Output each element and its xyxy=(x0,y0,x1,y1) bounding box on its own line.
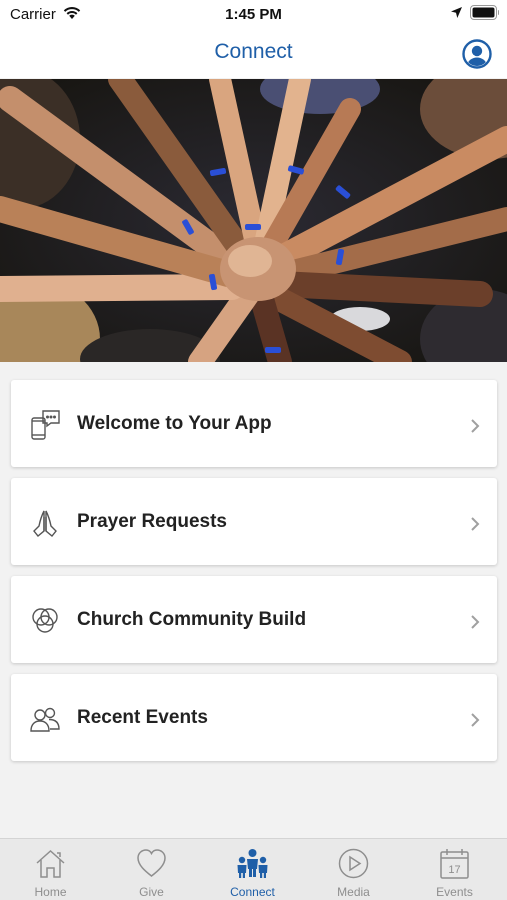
calendar-icon: 17 xyxy=(440,849,469,879)
menu-item-label: Welcome to Your App xyxy=(77,413,272,434)
tab-label: Events xyxy=(436,885,473,899)
overlapping-circles-icon xyxy=(32,608,58,633)
play-icon xyxy=(338,848,369,879)
page-title: Connect xyxy=(214,40,293,63)
menu-item-label: Church Community Build xyxy=(77,609,307,630)
menu-item-church-community-build[interactable]: Church Community Build xyxy=(11,576,497,663)
tab-home[interactable]: Home xyxy=(0,839,101,900)
tab-label: Give xyxy=(139,885,164,899)
status-bar: Carrier 1:45 PM xyxy=(0,0,507,30)
chevron-right-icon xyxy=(471,713,480,727)
hands-together-photo xyxy=(0,79,507,362)
tab-label: Media xyxy=(337,885,370,899)
tab-media[interactable]: Media xyxy=(303,839,404,900)
status-time: 1:45 PM xyxy=(225,6,282,23)
menu-item-label: Prayer Requests xyxy=(77,511,227,532)
menu-item-welcome[interactable]: Welcome to Your App xyxy=(11,380,497,467)
heart-icon xyxy=(137,849,166,877)
group-icon xyxy=(237,849,268,878)
menu-item-prayer-requests[interactable]: Prayer Requests xyxy=(11,478,497,565)
profile-icon[interactable] xyxy=(462,39,492,69)
praying-hands-icon xyxy=(33,510,57,537)
hero-image xyxy=(0,79,507,362)
chevron-right-icon xyxy=(471,419,480,433)
people-icon xyxy=(30,707,60,732)
tab-connect[interactable]: Connect xyxy=(202,839,303,900)
tab-give[interactable]: Give xyxy=(101,839,202,900)
phone-chat-icon xyxy=(31,410,60,440)
tab-label: Connect xyxy=(230,885,275,899)
battery-icon xyxy=(470,5,499,20)
calendar-day: 17 xyxy=(448,864,460,876)
menu-item-recent-events[interactable]: Recent Events xyxy=(11,674,497,761)
chevron-right-icon xyxy=(471,615,480,629)
home-icon xyxy=(36,849,65,878)
nav-bar: Connect xyxy=(0,30,507,78)
menu-list: Welcome to Your App Prayer Requests Chur… xyxy=(11,380,497,772)
location-arrow-icon xyxy=(451,7,462,18)
tab-events[interactable]: 17 Events xyxy=(404,839,505,900)
chevron-right-icon xyxy=(471,517,480,531)
tab-bar: Home Give Connect Media 17 Events xyxy=(0,838,507,900)
menu-item-label: Recent Events xyxy=(77,707,208,728)
tab-label: Home xyxy=(34,885,67,899)
